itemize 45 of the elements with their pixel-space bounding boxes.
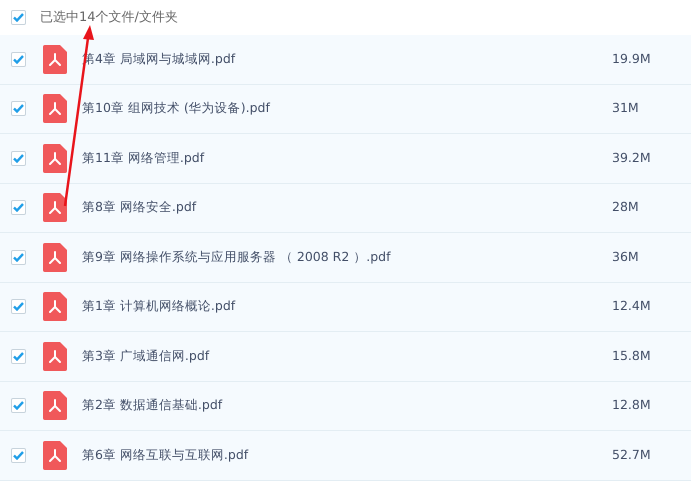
file-name: 第6章 网络互联与互联网.pdf (82, 446, 250, 464)
file-name: 第10章 组网技术 (华为设备).pdf (82, 99, 272, 118)
file-row[interactable]: 第1章 计算机网络概论.pdf 12.4M (0, 282, 691, 332)
file-row[interactable]: 第8章 网络安全.pdf 28M (0, 184, 691, 233)
file-size: 36M (612, 248, 639, 266)
pdf-file-icon (43, 440, 67, 470)
checkbox[interactable] (11, 150, 26, 166)
file-name: 第9章 网络操作系统与应用服务器 （ 2008 R2 ）.pdf (82, 248, 392, 266)
file-size: 15.8M (612, 346, 651, 365)
pdf-file-icon (43, 391, 67, 420)
select-all-checkbox[interactable] (11, 10, 26, 25)
file-size: 31M (612, 99, 639, 118)
file-row[interactable]: 第6章 网络互联与互联网.pdf 52.7M (0, 431, 691, 480)
file-size: 39.2M (612, 148, 651, 167)
file-name: 第2章 数据通信基础.pdf (82, 396, 224, 414)
file-size: 12.8M (612, 396, 651, 414)
file-row[interactable]: 第9章 网络操作系统与应用服务器 （ 2008 R2 ）.pdf 36M (0, 233, 691, 282)
pdf-file-icon (43, 193, 67, 222)
pdf-file-icon (43, 292, 67, 322)
file-row[interactable]: 第2章 数据通信基础.pdf 12.8M (0, 382, 691, 431)
file-name: 第1章 计算机网络概论.pdf (82, 297, 236, 316)
file-size: 12.4M (612, 297, 651, 316)
file-row[interactable]: 第3章 广域通信网.pdf 15.8M (0, 332, 691, 382)
checkbox[interactable] (11, 299, 26, 314)
pdf-file-icon (43, 242, 67, 272)
selection-count: 已选中14个文件/文件夹 (40, 8, 178, 27)
pdf-file-icon (43, 144, 67, 173)
checkbox[interactable] (11, 52, 26, 67)
file-row[interactable]: 第10章 组网技术 (华为设备).pdf 31M (0, 84, 691, 134)
checkbox[interactable] (11, 250, 26, 265)
checkbox[interactable] (11, 348, 26, 364)
file-name: 第3章 广域通信网.pdf (82, 346, 210, 365)
file-size: 19.9M (612, 50, 651, 68)
checkbox[interactable] (11, 200, 26, 216)
checkbox[interactable] (11, 448, 26, 463)
pdf-file-icon (43, 342, 67, 371)
file-name: 第8章 网络安全.pdf (82, 198, 198, 216)
file-name: 第11章 网络管理.pdf (82, 148, 206, 167)
file-size: 52.7M (612, 446, 651, 464)
checkbox[interactable] (11, 398, 26, 414)
checkbox[interactable] (11, 101, 26, 116)
pdf-file-icon (43, 94, 67, 124)
file-row[interactable]: 第11章 网络管理.pdf 39.2M (0, 134, 691, 184)
pdf-file-icon (43, 44, 67, 74)
file-size: 28M (612, 198, 639, 216)
